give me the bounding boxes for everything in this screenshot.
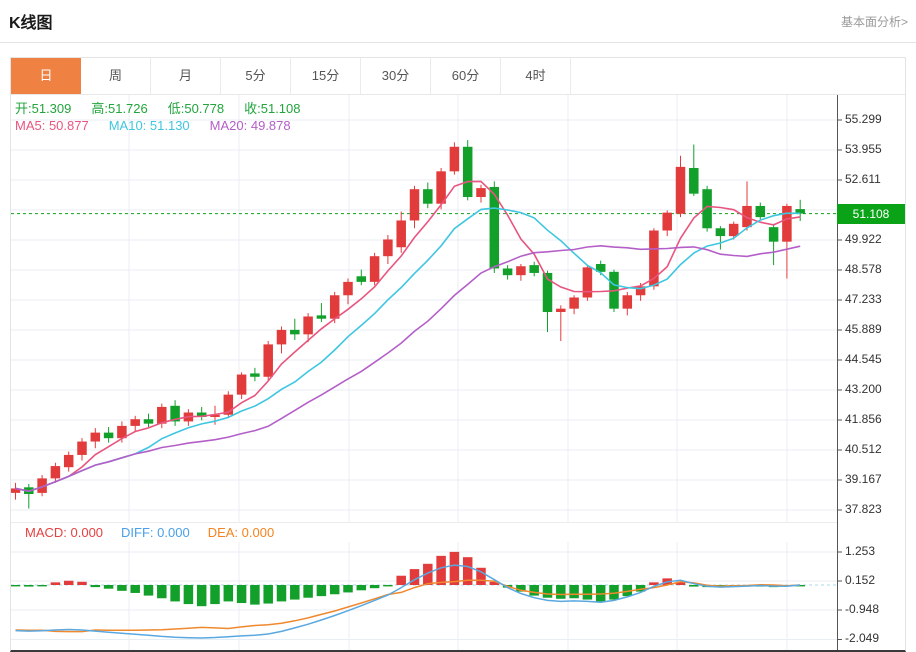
- page-header: K线图 基本面分析>: [0, 0, 916, 43]
- macd-legend-diff: DIFF: 0.000: [121, 525, 190, 540]
- price-axis-label: 40.512: [845, 442, 882, 457]
- price-axis-label: 55.299: [845, 112, 882, 126]
- timeframe-tabs: 日周月 5分 15分 30分 60分 4时: [11, 58, 905, 95]
- ma-legend-ma5: MA5: 50.877: [15, 118, 89, 133]
- ma-legend: MA5: 50.877 MA10: 51.130 MA20: 49.878: [15, 118, 311, 133]
- price-axis-label: 39.167: [845, 472, 882, 487]
- candlestick-chart[interactable]: [11, 95, 905, 522]
- price-axis-label: 44.545: [845, 352, 882, 367]
- page-title: K线图: [9, 15, 53, 32]
- macd-chart[interactable]: [11, 542, 905, 650]
- last-price-tag: 51.108: [837, 203, 905, 224]
- ohlc-low: 低:50.778: [167, 101, 225, 116]
- price-axis-label: 47.233: [845, 292, 882, 307]
- price-axis-label: 52.611: [845, 172, 881, 187]
- ma-legend-ma10: MA10: 51.130: [108, 118, 190, 133]
- tab-60分[interactable]: 60分: [431, 58, 501, 94]
- tab-5分[interactable]: 5分: [221, 58, 291, 94]
- fundamental-analysis-link[interactable]: 基本面分析>: [841, 13, 908, 30]
- ohlc-high: 高:51.726: [91, 101, 148, 116]
- chart-area: 开:51.309 高:51.726 低:50.778 收:51.108 MA5: 50…: [11, 95, 905, 650]
- ma-legend-ma20: MA20: 49.878: [209, 118, 291, 133]
- macd-legend: MACD: 0.000 DIFF: 0.000 DEA: 0.000: [11, 522, 837, 542]
- macd-legend-macd: MACD: 0.000: [25, 525, 104, 540]
- price-axis-label: 48.578: [845, 262, 882, 277]
- macd-legend-dea: DEA: 0.000: [207, 525, 275, 540]
- tab-月[interactable]: 月: [151, 58, 221, 94]
- price-axis-label: 49.922: [845, 232, 882, 247]
- tab-30分[interactable]: 30分: [361, 58, 431, 94]
- tab-4时[interactable]: 4时: [501, 58, 571, 94]
- price-axis-label: 37.823: [845, 502, 882, 517]
- ohlc-open: 开:51.309: [15, 101, 72, 116]
- tab-周[interactable]: 周: [81, 58, 151, 94]
- macd-axis-label: -0.948: [845, 602, 880, 617]
- macd-axis-label: -2.049: [845, 631, 880, 646]
- macd-axis-label: 1.253: [845, 543, 876, 558]
- kline-panel: 日周月 5分 15分 30分 60分 4时 开:51.309 高:51.726 低:50.77…: [10, 57, 906, 652]
- tab-15分[interactable]: 15分: [291, 58, 361, 94]
- price-axis-label: 45.889: [845, 322, 882, 337]
- price-axis-label: 41.856: [845, 412, 882, 427]
- price-axis-label: 43.200: [845, 382, 882, 397]
- ohlc-legend: 开:51.309 高:51.726 低:50.778 收:51.108: [15, 98, 321, 117]
- macd-axis-label: 0.152: [845, 572, 876, 587]
- tab-日[interactable]: 日: [11, 58, 81, 94]
- price-axis-line: [837, 95, 838, 650]
- ohlc-close: 收:51.108: [244, 101, 301, 116]
- price-axis-label: 53.955: [845, 142, 882, 156]
